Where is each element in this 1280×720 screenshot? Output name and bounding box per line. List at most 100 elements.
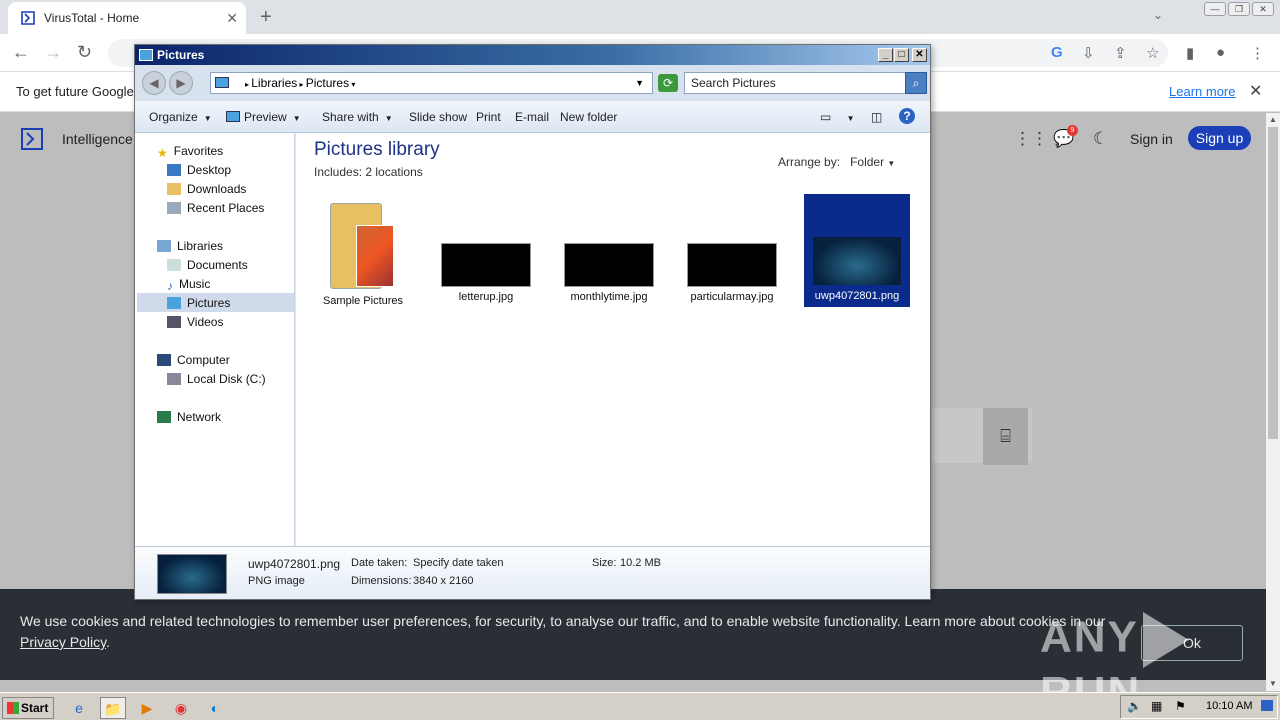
- explorer-forward-button[interactable]: ▶: [169, 71, 193, 95]
- includes-locations-link[interactable]: 2 locations: [365, 165, 422, 179]
- file-item[interactable]: letterup.jpg: [433, 243, 539, 303]
- show-desktop-icon[interactable]: [1261, 700, 1273, 711]
- breadcrumb-libraries[interactable]: Libraries: [251, 76, 297, 90]
- explorer-minimize-button[interactable]: _: [878, 48, 893, 62]
- file-item-selected[interactable]: uwp4072801.png: [804, 194, 910, 307]
- media-player-icon[interactable]: ▶: [134, 697, 160, 719]
- learn-more-link[interactable]: Learn more: [1169, 84, 1235, 99]
- intelligence-link[interactable]: Intelligence: [62, 131, 133, 147]
- virustotal-favicon-icon: [21, 11, 35, 25]
- taskbar-clock[interactable]: 10:10 AM: [1206, 700, 1252, 712]
- arrange-by-dropdown[interactable]: Folder: [850, 155, 884, 169]
- preview-menu[interactable]: Preview ▼: [226, 110, 301, 124]
- nav-music[interactable]: ♪ Music: [167, 275, 210, 294]
- info-bar-text: To get future Google: [16, 84, 134, 99]
- window-controls: — ❐ ✕: [1204, 2, 1274, 16]
- info-bar-close-icon[interactable]: ✕: [1249, 81, 1262, 101]
- nav-pictures[interactable]: Pictures: [167, 294, 230, 313]
- folder-icon: [330, 195, 396, 291]
- google-icon[interactable]: G: [1051, 44, 1063, 61]
- menu-dots-icon[interactable]: ⋮: [1250, 44, 1265, 62]
- share-icon[interactable]: ⇪: [1114, 44, 1127, 62]
- page-scrollbar[interactable]: ▲ ▼: [1266, 113, 1280, 691]
- change-view-icon[interactable]: ▭ ▼: [820, 110, 855, 124]
- search-submit-icon[interactable]: ⌸: [983, 408, 1028, 465]
- search-magnifier-icon[interactable]: ⌕: [905, 72, 927, 94]
- volume-icon[interactable]: 🔈: [1127, 699, 1142, 713]
- profile-avatar-icon[interactable]: ●: [1216, 44, 1225, 61]
- share-with-menu[interactable]: Share with ▼: [322, 110, 393, 124]
- sign-up-button[interactable]: Sign up: [1188, 126, 1251, 150]
- details-dimensions-value: 3840 x 2160: [413, 575, 474, 587]
- file-name: particularmay.jpg: [690, 291, 774, 303]
- tab-search-chevron-icon[interactable]: ⌄: [1153, 8, 1163, 22]
- recent-places-icon: [167, 202, 181, 214]
- scroll-up-icon[interactable]: ▲: [1269, 115, 1277, 124]
- flag-icon[interactable]: ⚑: [1175, 699, 1186, 713]
- command-bar: Organize ▼ Preview ▼ Share with ▼ Slide sho…: [135, 101, 930, 133]
- explorer-titlebar[interactable]: Pictures _ □ ✕: [135, 45, 930, 65]
- tab-virustotal[interactable]: VirusTotal - Home ✕: [8, 2, 246, 34]
- refresh-icon[interactable]: ⟳: [658, 74, 678, 92]
- install-icon[interactable]: ⇩: [1082, 44, 1095, 62]
- close-window-button[interactable]: ✕: [1252, 2, 1274, 16]
- network-tray-icon[interactable]: ▦: [1151, 699, 1162, 713]
- nav-network[interactable]: Network: [157, 408, 221, 427]
- new-tab-button[interactable]: +: [260, 6, 272, 29]
- back-arrow-icon[interactable]: ←: [12, 42, 30, 63]
- details-file-type: PNG image: [248, 575, 305, 587]
- details-thumbnail: [157, 554, 227, 594]
- forward-arrow-icon[interactable]: →: [44, 42, 62, 63]
- nav-videos[interactable]: Videos: [167, 313, 223, 332]
- network-icon: [157, 411, 171, 423]
- tab-close-icon[interactable]: ✕: [226, 10, 238, 27]
- music-icon: ♪: [167, 279, 173, 293]
- start-button[interactable]: Start: [2, 697, 54, 719]
- side-panel-icon[interactable]: ▮: [1186, 44, 1194, 62]
- minimize-button[interactable]: —: [1204, 2, 1226, 16]
- explorer-close-button[interactable]: ✕: [912, 48, 927, 62]
- restore-button[interactable]: ❐: [1228, 2, 1250, 16]
- nav-libraries[interactable]: Libraries: [157, 237, 223, 256]
- edge-icon[interactable]: ◐: [202, 697, 228, 719]
- preview-icon: [226, 111, 240, 122]
- file-item[interactable]: monthlytime.jpg: [556, 243, 662, 303]
- nav-downloads[interactable]: Downloads: [167, 180, 246, 199]
- chrome-icon[interactable]: ◉: [168, 697, 194, 719]
- explorer-maximize-button[interactable]: □: [894, 48, 909, 62]
- nav-favorites[interactable]: ★ Favorites: [157, 142, 223, 161]
- email-button[interactable]: E-mail: [515, 110, 549, 124]
- ie-icon[interactable]: e: [66, 697, 92, 719]
- libraries-icon: [157, 240, 171, 252]
- nav-local-disk[interactable]: Local Disk (C:): [167, 370, 266, 389]
- explorer-taskbar-icon[interactable]: 📁: [100, 697, 126, 719]
- nav-computer[interactable]: Computer: [157, 351, 230, 370]
- sign-in-link[interactable]: Sign in: [1130, 131, 1173, 147]
- file-item[interactable]: particularmay.jpg: [679, 243, 785, 303]
- nav-desktop[interactable]: Desktop: [167, 161, 231, 180]
- preview-pane-icon[interactable]: ◫: [871, 110, 882, 124]
- explorer-search-input[interactable]: Search Pictures: [684, 72, 906, 94]
- reload-icon[interactable]: ↻: [77, 42, 92, 63]
- nav-recent-places[interactable]: Recent Places: [167, 199, 264, 218]
- navigation-pane: ★ Favorites Desktop Downloads Recent Plac…: [135, 133, 295, 546]
- explorer-back-button[interactable]: ◀: [142, 71, 166, 95]
- pictures-window-icon: [139, 49, 153, 61]
- help-icon[interactable]: ?: [899, 108, 915, 124]
- explorer-address-bar[interactable]: ▸ Libraries ▸ Pictures ▾ ▼: [210, 72, 653, 94]
- breadcrumb-pictures[interactable]: Pictures: [306, 76, 349, 90]
- slide-show-button[interactable]: Slide show: [409, 110, 467, 124]
- bookmark-star-icon[interactable]: ☆: [1146, 44, 1159, 62]
- details-date-value[interactable]: Specify date taken: [413, 557, 504, 569]
- address-dropdown-icon[interactable]: ▼: [635, 73, 644, 93]
- file-item[interactable]: Sample Pictures: [310, 195, 416, 307]
- arrange-by: Arrange by: Folder ▼: [778, 155, 896, 169]
- scroll-thumb[interactable]: [1268, 127, 1278, 439]
- print-button[interactable]: Print: [476, 110, 501, 124]
- details-date-label: Date taken:: [351, 557, 408, 569]
- new-folder-button[interactable]: New folder: [560, 110, 617, 124]
- privacy-policy-link[interactable]: Privacy Policy: [20, 634, 106, 650]
- nav-documents[interactable]: Documents: [167, 256, 248, 275]
- dark-mode-icon[interactable]: ☾: [1093, 129, 1108, 149]
- organize-menu[interactable]: Organize ▼: [149, 110, 212, 124]
